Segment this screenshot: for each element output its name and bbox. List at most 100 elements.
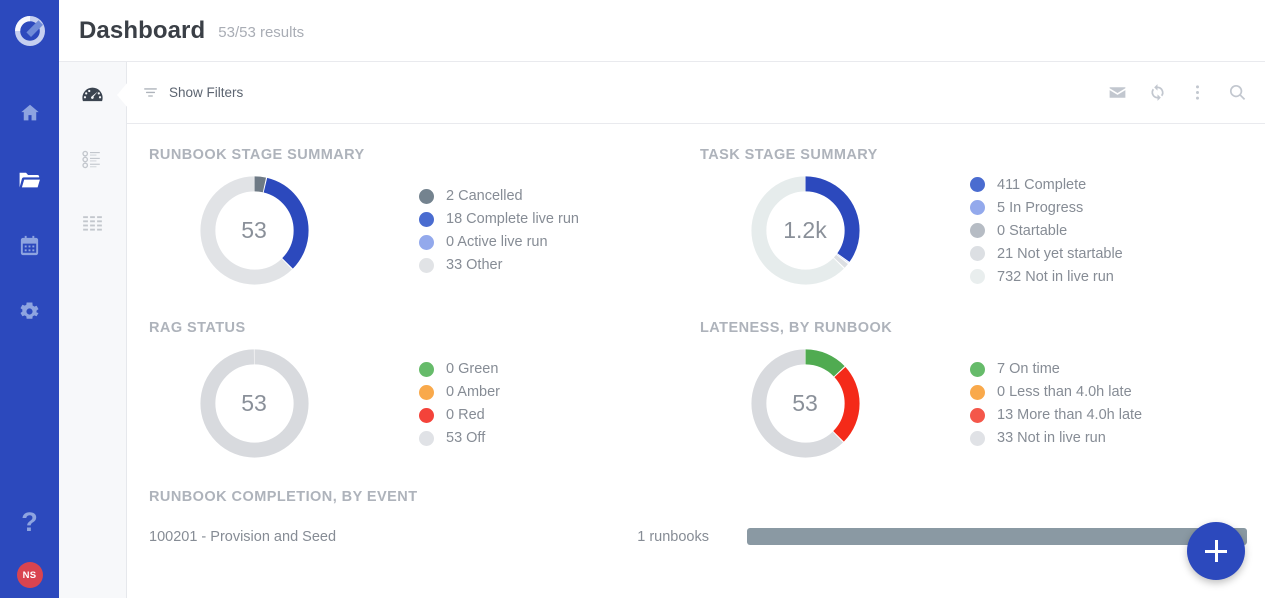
mail-button[interactable] — [1097, 73, 1137, 113]
sidebar-item-home[interactable] — [10, 95, 50, 131]
panel-task-stage-summary: Task Stage Summary 1.2k 411 Complete 5 In… — [678, 124, 1265, 292]
dashboard-gauge-icon — [82, 87, 103, 101]
donut-chart-runbook-stage-summary: 53 — [149, 169, 359, 292]
panel-title: RAG Status — [149, 320, 246, 336]
sidebar-item-calendar[interactable] — [10, 227, 50, 263]
subrail-item-dashboard[interactable] — [59, 63, 127, 127]
donut-center-label: 53 — [241, 217, 267, 243]
legend-row[interactable]: 411 Complete — [970, 173, 1123, 196]
gear-icon — [20, 301, 39, 319]
legend-row[interactable]: 53 Off — [419, 427, 500, 450]
legend-label: 7 On time — [997, 361, 1060, 377]
avatar[interactable]: NS — [16, 562, 43, 588]
panel-title: Task Stage Summary — [700, 147, 878, 163]
legend-row[interactable]: 0 Startable — [970, 219, 1123, 242]
legend-label: 732 Not in live run — [997, 268, 1114, 285]
legend-color-swatch — [970, 269, 985, 284]
donut-chart-rag-status: 53 — [149, 342, 359, 465]
subrail-item-schedule-grid[interactable] — [59, 191, 127, 255]
legend-task-stage-summary: 411 Complete 5 In Progress 0 Startable 21 N… — [970, 173, 1123, 288]
legend-row[interactable]: 21 Not yet startable — [970, 242, 1123, 265]
legend-label: 0 Amber — [446, 384, 500, 400]
cutover-logo-icon — [14, 16, 45, 46]
search-icon — [1229, 84, 1245, 101]
legend-row[interactable]: 13 More than 4.0h late — [970, 404, 1142, 427]
show-filters-label: Show Filters — [169, 85, 244, 100]
task-list-icon — [82, 150, 100, 168]
completion-rows: 100201 - Provision and Seed 1 runbooks — [149, 528, 1265, 545]
legend-row[interactable]: 0 Amber — [419, 381, 500, 404]
legend-label: 0 Active live run — [446, 234, 548, 250]
legend-label: 411 Complete — [997, 176, 1087, 193]
panel-title: Lateness, by Runbook — [700, 320, 893, 336]
legend-runbook-stage-summary: 2 Cancelled 18 Complete live run 0 Active … — [419, 185, 579, 277]
legend-label: 21 Not yet startable — [997, 245, 1123, 262]
legend-row[interactable]: 33 Not in live run — [970, 427, 1142, 450]
legend-row[interactable]: 33 Other — [419, 254, 579, 277]
legend-row[interactable]: 18 Complete live run — [419, 208, 579, 231]
legend-color-swatch — [970, 200, 985, 215]
home-icon — [20, 104, 39, 121]
search-button[interactable] — [1217, 73, 1257, 113]
app-logo[interactable] — [0, 0, 59, 62]
sidebar-item-workspaces[interactable] — [10, 161, 50, 197]
filter-icon — [144, 88, 157, 97]
runbook-count: 1 runbooks — [637, 528, 709, 545]
show-filters-button[interactable]: Show Filters — [142, 84, 243, 101]
legend-color-swatch — [970, 223, 985, 238]
sync-refresh-icon — [1150, 84, 1164, 101]
refresh-button[interactable] — [1137, 73, 1177, 113]
donut-center-label: 53 — [792, 390, 818, 416]
legend-color-swatch — [970, 361, 985, 377]
legend-color-swatch — [970, 246, 985, 261]
legend-color-swatch — [419, 361, 434, 377]
legend-label: 2 Cancelled — [446, 188, 523, 204]
legend-color-swatch — [419, 384, 434, 400]
legend-label: 18 Complete live run — [446, 211, 579, 227]
panel-title: Runbook Stage Summary — [149, 147, 365, 163]
legend-row[interactable]: 0 Red — [419, 404, 500, 427]
legend-color-swatch — [419, 430, 434, 446]
legend-color-swatch — [419, 211, 434, 227]
dashboard-page: ? NS Dashboard 53/53 results Show Filter… — [0, 0, 1265, 598]
legend-row[interactable]: 5 In Progress — [970, 196, 1123, 219]
legend-row[interactable]: 732 Not in live run — [970, 265, 1123, 288]
legend-color-swatch — [970, 430, 985, 446]
donut-center-label: 1.2k — [783, 217, 827, 243]
sidebar-item-settings[interactable] — [10, 293, 50, 329]
legend-row[interactable]: 0 Green — [419, 358, 500, 381]
legend-color-swatch — [419, 234, 434, 250]
legend-color-swatch — [970, 177, 985, 192]
panel-title: Runbook Completion, by Event — [149, 489, 418, 505]
table-row[interactable]: 100201 - Provision and Seed 1 runbooks — [149, 528, 1265, 545]
legend-color-swatch — [419, 188, 434, 204]
envelope-icon — [1109, 87, 1125, 98]
primary-sidebar: ? NS — [0, 0, 59, 598]
legend-row[interactable]: 0 Active live run — [419, 231, 579, 254]
legend-label: 0 Green — [446, 361, 499, 377]
legend-row[interactable]: 0 Less than 4.0h late — [970, 381, 1142, 404]
legend-color-swatch — [970, 384, 985, 400]
add-button[interactable] — [1187, 522, 1245, 580]
calendar-icon — [20, 235, 39, 255]
completion-bar — [747, 528, 1247, 545]
results-count: 53/53 results — [218, 24, 305, 41]
legend-label: 53 Off — [446, 430, 486, 446]
more-vertical-icon — [1195, 85, 1199, 100]
help-icon: ? — [21, 507, 38, 537]
panel-rag-status: RAG Status 53 0 Green 0 Amber 0 Red 53 Off — [127, 292, 678, 465]
donut-chart-lateness-by-runbook: 53 — [700, 342, 910, 465]
panel-runbook-stage-summary: Runbook Stage Summary 53 2 Cancelled 18 C… — [127, 124, 678, 292]
legend-lateness-by-runbook: 7 On time 0 Less than 4.0h late 13 More th… — [970, 358, 1142, 450]
legend-label: 33 Other — [446, 257, 503, 273]
legend-row[interactable]: 2 Cancelled — [419, 185, 579, 208]
subrail-item-runbooks-list[interactable] — [59, 127, 127, 191]
legend-color-swatch — [419, 257, 434, 273]
more-options-button[interactable] — [1177, 73, 1217, 113]
help-button[interactable]: ? — [21, 509, 38, 536]
folder-open-icon — [19, 172, 40, 187]
page-title: Dashboard — [79, 16, 206, 44]
dashboard-content: Runbook Stage Summary 53 2 Cancelled 18 C… — [127, 124, 1265, 598]
legend-row[interactable]: 7 On time — [970, 358, 1142, 381]
panel-lateness-by-runbook: Lateness, by Runbook 53 7 On time 0 Less … — [678, 292, 1265, 465]
